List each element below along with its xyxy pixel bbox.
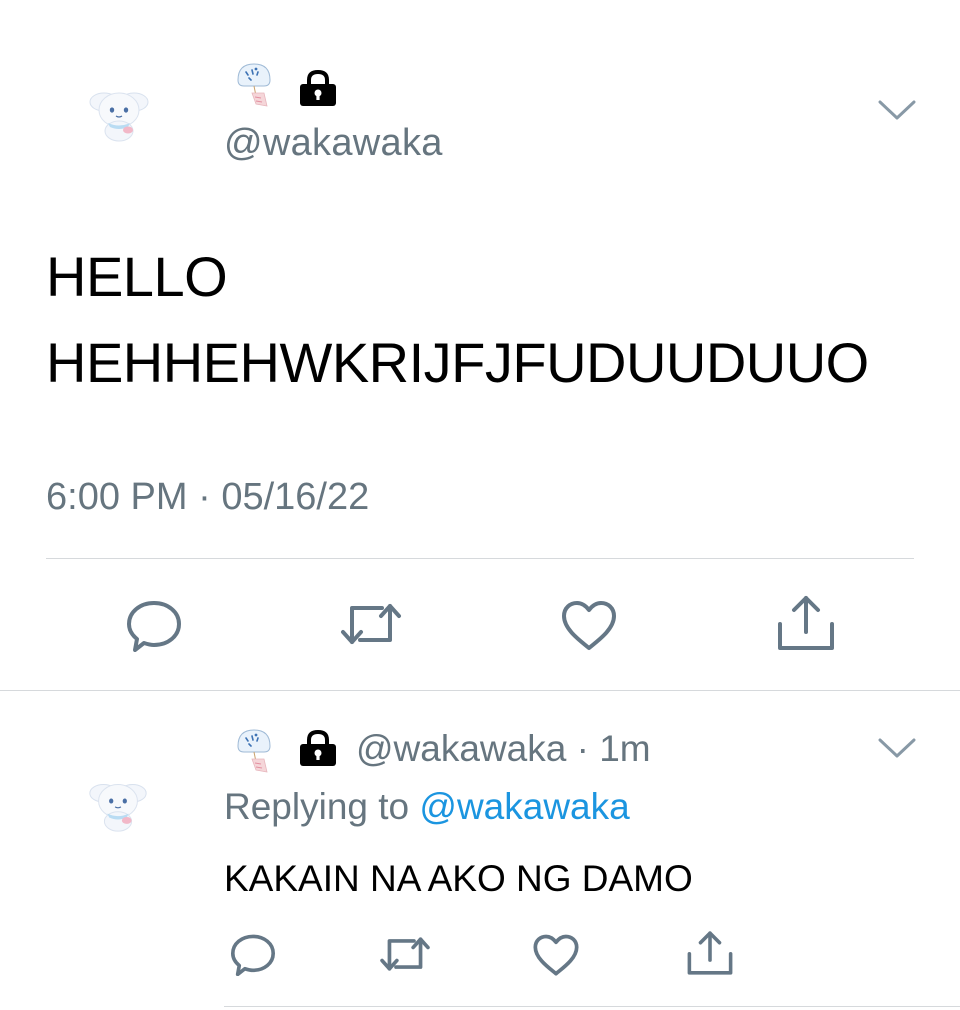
- like-icon[interactable]: [560, 600, 618, 652]
- share-icon[interactable]: [776, 594, 836, 652]
- reply-icon[interactable]: [126, 600, 182, 652]
- replying-to-label: Replying to: [224, 786, 410, 827]
- tweet-time: 6:00 PM: [46, 476, 188, 518]
- reply-author-handle[interactable]: @wakawaka: [356, 728, 566, 769]
- chevron-down-icon[interactable]: [878, 736, 916, 760]
- reply-separator: ·: [576, 728, 589, 769]
- share-icon[interactable]: [686, 930, 734, 976]
- like-icon[interactable]: [532, 934, 580, 977]
- wind-chime-emoji: [234, 726, 278, 774]
- avatar[interactable]: [84, 76, 154, 146]
- tweet-text: HELLO HEHHEHWKRIJFJFUDUUDUUO: [46, 234, 869, 406]
- lock-icon: [298, 729, 338, 767]
- retweet-icon[interactable]: [338, 598, 404, 650]
- divider: [46, 558, 914, 559]
- reply-age[interactable]: 1m: [599, 728, 650, 769]
- tweet-text-line-1: HELLO: [46, 245, 228, 308]
- chevron-down-icon[interactable]: [878, 98, 916, 122]
- tweet-date: 05/16/22: [221, 476, 370, 518]
- replying-to-line: Replying to @wakawaka: [224, 788, 630, 825]
- divider: [0, 690, 960, 691]
- divider: [224, 1006, 960, 1007]
- retweet-icon[interactable]: [378, 932, 432, 976]
- reply-header: @wakawaka · 1m: [356, 730, 651, 767]
- wind-chime-emoji: [234, 60, 278, 108]
- author-handle[interactable]: @wakawaka: [224, 124, 443, 162]
- replying-to-mention[interactable]: @wakawaka: [419, 786, 629, 827]
- meta-separator: ·: [198, 476, 211, 518]
- lock-icon: [298, 69, 338, 107]
- avatar[interactable]: [84, 768, 152, 836]
- tweet-timestamp[interactable]: 6:00 PM · 05/16/22: [46, 478, 369, 516]
- reply-text: KAKAIN NA AKO NG DAMO: [224, 858, 693, 899]
- tweet-text-line-2: HEHHEHWKRIJFJFUDUUDUUO: [46, 331, 869, 394]
- reply-icon[interactable]: [230, 934, 276, 976]
